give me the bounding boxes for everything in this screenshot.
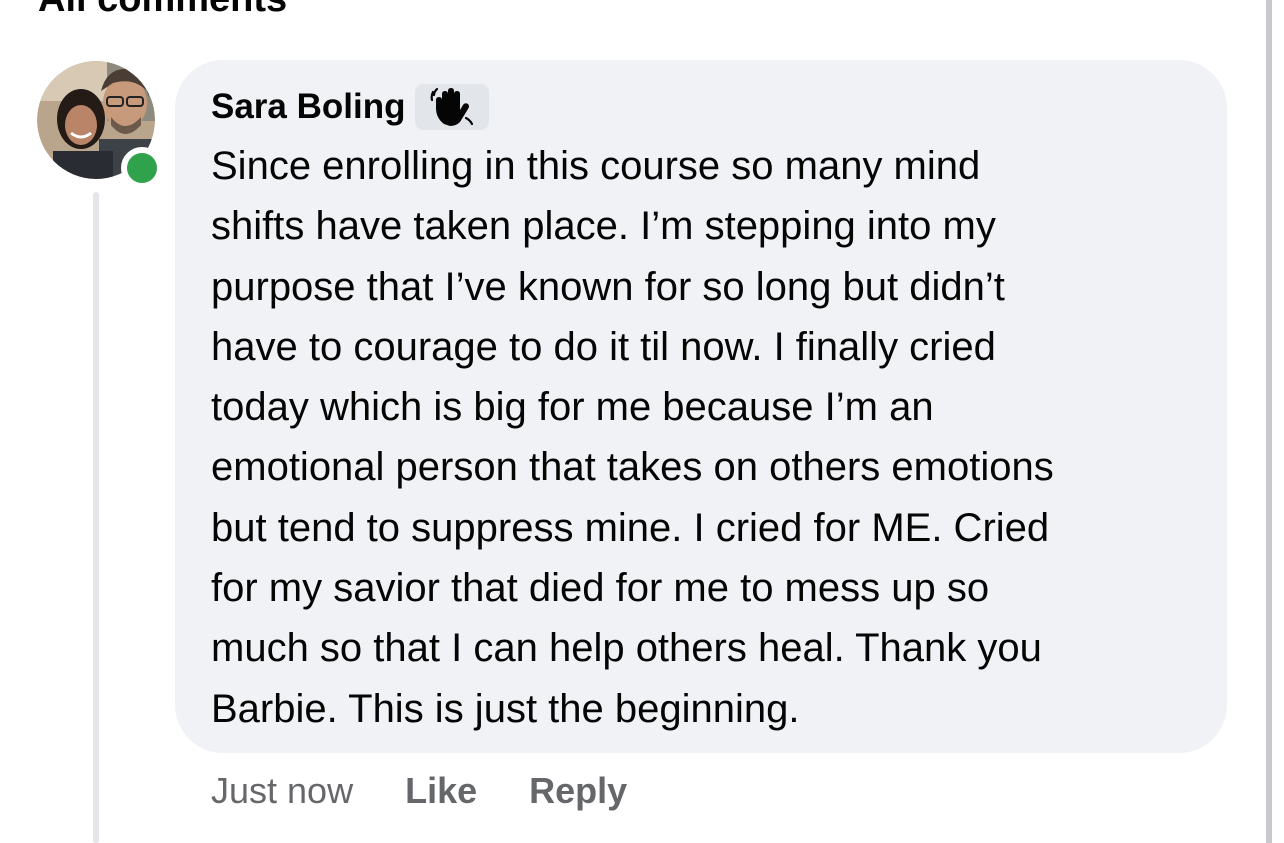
online-status-indicator (121, 147, 163, 189)
like-button[interactable]: Like (405, 770, 477, 812)
comments-page: All comments (0, 0, 1284, 843)
author-avatar-wrapper[interactable] (37, 61, 163, 189)
comment-actions: Just now Like Reply (211, 768, 627, 814)
comment-author-row: Sara Boling (211, 83, 490, 131)
reply-button[interactable]: Reply (529, 770, 627, 812)
comment-timestamp[interactable]: Just now (211, 770, 353, 812)
comment-author-name[interactable]: Sara Boling (211, 87, 405, 127)
scrollbar[interactable] (1266, 0, 1272, 843)
comment-text: Since enrolling in this course so many m… (211, 144, 1054, 731)
thread-connector-line (93, 192, 99, 843)
waving-hand-icon[interactable] (415, 84, 490, 130)
section-title: All comments (38, 0, 287, 21)
